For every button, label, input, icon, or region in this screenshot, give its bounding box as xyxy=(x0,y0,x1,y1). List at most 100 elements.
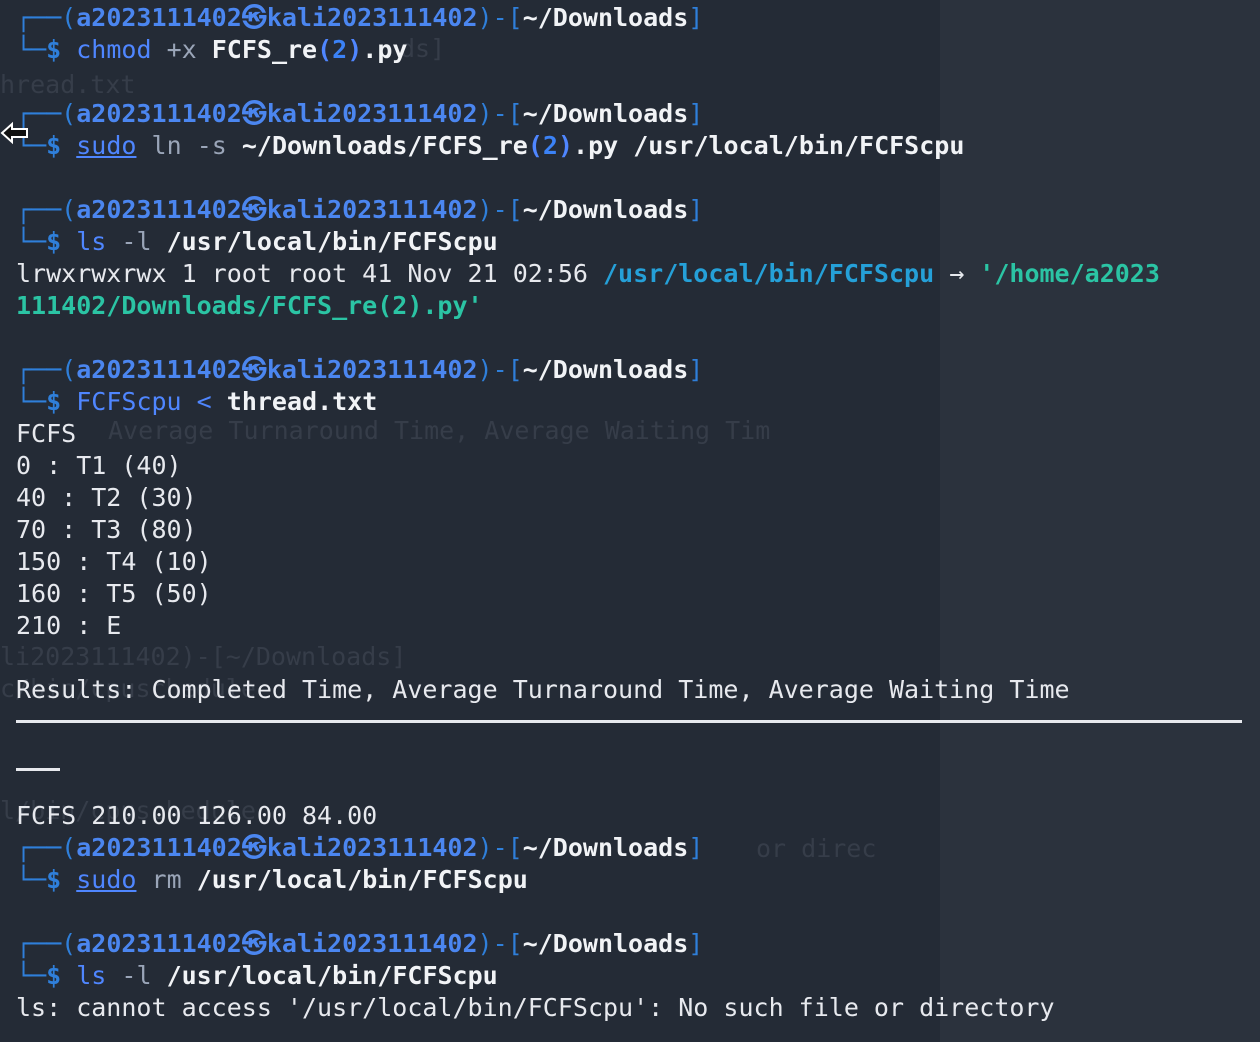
prompt-user: a2023111402 xyxy=(76,833,242,862)
prompt-frame: )-[ xyxy=(477,99,523,128)
command-arg: -l xyxy=(121,961,152,990)
command-arg: /usr/local/bin/FCFScpu xyxy=(166,227,498,256)
results-divider-block xyxy=(16,720,1260,752)
results-divider-wrap xyxy=(16,768,60,771)
fcfs-row: 160 : T5 (50) xyxy=(16,578,1260,610)
ls-permissions: lrwxrwxrwx 1 root root 41 Nov 21 02:56 xyxy=(16,259,603,288)
prompt-frame: ] xyxy=(688,99,704,128)
prompt-dollar: $ xyxy=(46,131,62,160)
command-arg: -l xyxy=(121,227,152,256)
prompt-at-symbol: ㉿ xyxy=(241,3,267,32)
fcfs-row-text: 210 : E xyxy=(16,611,122,640)
prompt-dollar: $ xyxy=(46,961,62,990)
mouse-pointer-icon xyxy=(0,121,28,145)
prompt-frame: ┌──( xyxy=(16,195,77,224)
prompt-host: kali2023111402 xyxy=(266,355,478,384)
ls-symlink-target-cont: 111402/Downloads/FCFS_re(2).py' xyxy=(16,291,483,320)
prompt-frame: ┌──( xyxy=(16,3,77,32)
command-name[interactable]: ls xyxy=(76,961,106,990)
prompt-frame: ┌──( xyxy=(16,929,77,958)
prompt-frame: )-[ xyxy=(477,833,523,862)
command-name[interactable]: sudo xyxy=(76,131,136,160)
error-text: ls: cannot access '/usr/local/bin/FCFScp… xyxy=(16,993,1055,1022)
ls-symlink-path: /usr/local/bin/FCFScpu xyxy=(603,259,935,288)
prompt-at-symbol: ㉿ xyxy=(241,833,267,862)
fcfs-row: 40 : T2 (30) xyxy=(16,482,1260,514)
prompt-frame: └─ xyxy=(16,961,47,990)
prompt-dollar: $ xyxy=(46,227,62,256)
fcfs-row-text: 0 : T1 (40) xyxy=(16,451,182,480)
command-arg: rm xyxy=(151,865,182,894)
fcfs-title: FCFS xyxy=(16,418,1260,450)
command-name[interactable]: FCFScpu xyxy=(76,387,181,416)
prompt-frame: )-[ xyxy=(477,929,523,958)
prompt-frame: ] xyxy=(688,195,704,224)
fcfs-row: 210 : E xyxy=(16,610,1260,642)
prompt-user: a2023111402 xyxy=(76,195,242,224)
fcfs-title-text: FCFS xyxy=(16,419,77,448)
results-header: Results: Completed Time, Average Turnaro… xyxy=(16,674,1260,706)
prompt-frame: ] xyxy=(688,3,704,32)
fcfs-row-text: 70 : T3 (80) xyxy=(16,515,197,544)
fcfs-row: 70 : T3 (80) xyxy=(16,514,1260,546)
prompt-dollar: $ xyxy=(46,865,62,894)
prompt-host: kali2023111402 xyxy=(266,833,478,862)
prompt-frame: )-[ xyxy=(477,355,523,384)
prompt-frame: └─ xyxy=(16,865,47,894)
prompt-at-symbol: ㉿ xyxy=(241,195,267,224)
prompt-user: a2023111402 xyxy=(76,99,242,128)
command-line: └─$ sudo ln -s ~/Downloads/FCFS_re(2).py… xyxy=(16,130,1260,162)
fcfs-row-text: 150 : T4 (10) xyxy=(16,547,212,576)
prompt-frame: )-[ xyxy=(477,3,523,32)
prompt-header: ┌──(a2023111402㉿kali2023111402)-[~/Downl… xyxy=(16,928,1260,960)
command-arg: ln xyxy=(151,131,182,160)
command-name[interactable]: sudo xyxy=(76,865,136,894)
prompt-frame: └─ xyxy=(16,387,47,416)
prompt-host: kali2023111402 xyxy=(266,3,478,32)
command-name[interactable]: chmod xyxy=(76,35,151,64)
prompt-cwd: ~/Downloads xyxy=(522,99,689,128)
prompt-cwd: ~/Downloads xyxy=(522,929,689,958)
command-arg: /usr/local/bin/FCFScpu xyxy=(633,131,965,160)
terminal-output[interactable]: ┌──(a2023111402㉿kali2023111402)-[~/Downl… xyxy=(16,2,1260,1024)
command-name[interactable]: ls xyxy=(76,227,106,256)
prompt-frame: └─ xyxy=(16,227,47,256)
command-arg: < xyxy=(196,387,212,416)
prompt-header: ┌──(a2023111402㉿kali2023111402)-[~/Downl… xyxy=(16,2,1260,34)
command-arg: /usr/local/bin/FCFScpu xyxy=(166,961,498,990)
prompt-frame: ] xyxy=(688,929,704,958)
results-divider xyxy=(16,720,1242,723)
error-line: ls: cannot access '/usr/local/bin/FCFScp… xyxy=(16,992,1260,1024)
command-arg-filename: ~/Downloads/FCFS_re(2).py xyxy=(241,131,619,160)
results-header-text: Results: Completed Time, Average Turnaro… xyxy=(16,675,1070,704)
command-line: └─$ FCFScpu < thread.txt xyxy=(16,386,1260,418)
prompt-cwd: ~/Downloads xyxy=(522,3,689,32)
prompt-cwd: ~/Downloads xyxy=(522,833,689,862)
prompt-header: ┌──(a2023111402㉿kali2023111402)-[~/Downl… xyxy=(16,832,1260,864)
prompt-host: kali2023111402 xyxy=(266,99,478,128)
prompt-frame: └─ xyxy=(16,35,47,64)
ls-arrow: → xyxy=(934,259,980,288)
prompt-user: a2023111402 xyxy=(76,3,242,32)
fcfs-row: 0 : T1 (40) xyxy=(16,450,1260,482)
